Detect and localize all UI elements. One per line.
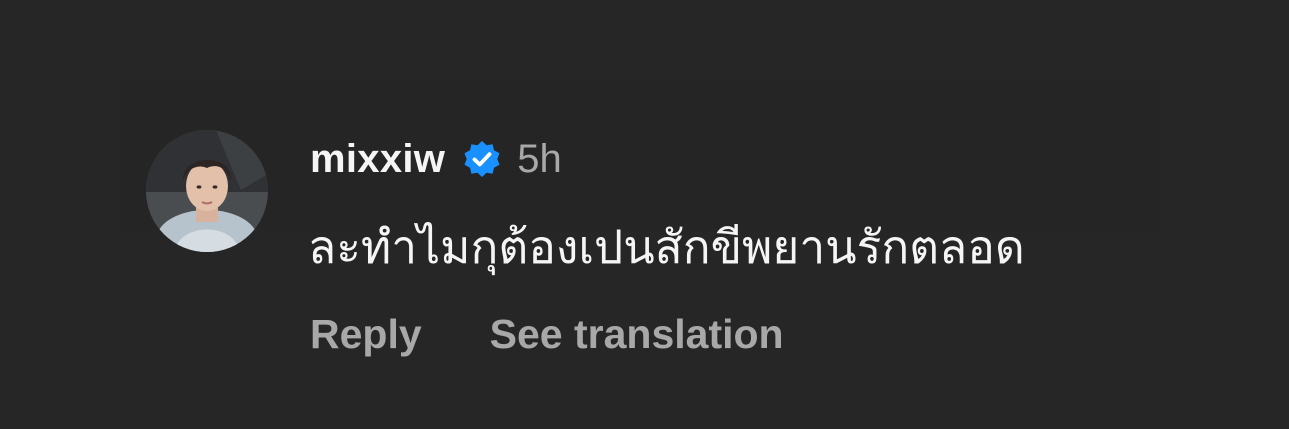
- comment-text: ละทำไมกุต้องเปนสักขีพยานรักตลอด: [308, 220, 1025, 274]
- comment-time: 5h: [517, 137, 562, 181]
- comment-header: mixxiw 5h: [310, 134, 562, 184]
- comment-actions: Reply See translation: [310, 306, 784, 362]
- user-avatar[interactable]: [146, 130, 268, 252]
- comment-panel: [120, 80, 1160, 230]
- avatar-photo: [146, 130, 268, 252]
- verified-badge-icon: [463, 140, 501, 178]
- see-translation-button[interactable]: See translation: [490, 306, 784, 362]
- reply-button[interactable]: Reply: [310, 306, 422, 362]
- comment-screen: mixxiw 5h ละทำไมกุต้องเปนสักขีพยานรักตลอ…: [0, 0, 1289, 429]
- username[interactable]: mixxiw: [310, 134, 445, 184]
